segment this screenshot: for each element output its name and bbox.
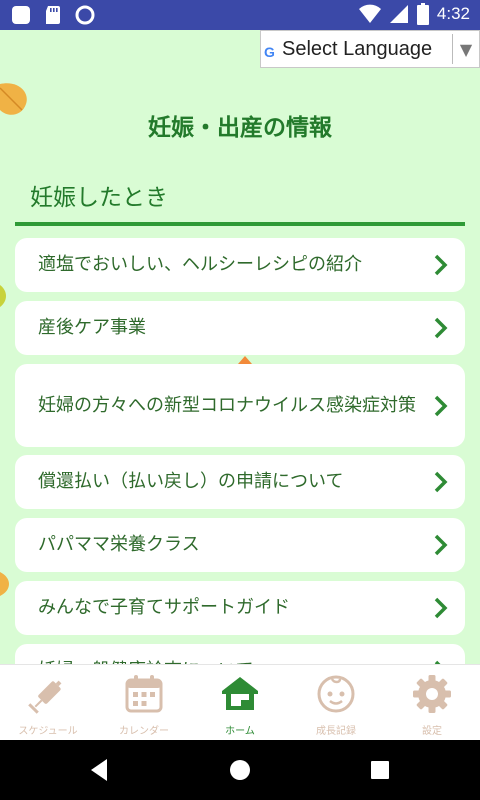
home-circle-icon[interactable] (225, 755, 255, 785)
menu-item-covid-measures[interactable]: 妊婦の方々への新型コロナウイルス感染症対策 (15, 364, 465, 447)
signal-icon (389, 5, 408, 23)
menu-item-label: みんなで子育てサポートガイド (38, 597, 290, 618)
tab-label: 成長記録 (316, 726, 356, 737)
tab-schedule[interactable]: スケジュール (0, 665, 96, 741)
menu-item-label: 妊婦の方々への新型コロナウイルス感染症対策 (38, 394, 416, 416)
notification-app-icon (12, 6, 30, 24)
chevron-right-icon (434, 254, 448, 276)
menu-item-reimbursement[interactable]: 償還払い（払い戻し）の申請について (15, 455, 465, 509)
chevron-right-icon (434, 597, 448, 619)
menu-item-nutrition-class[interactable]: パパママ栄養クラス (15, 518, 465, 572)
leaf-decoration-icon (0, 572, 9, 596)
chevron-right-icon (434, 317, 448, 339)
gear-icon (413, 675, 451, 713)
baby-face-icon (317, 675, 355, 713)
menu-item-label: 産後ケア事業 (38, 317, 146, 338)
section-divider (15, 222, 465, 226)
tab-label: スケジュール (18, 726, 78, 737)
menu-item-label: パパママ栄養クラス (38, 534, 200, 555)
leaf-decoration-icon (0, 285, 6, 307)
tab-home[interactable]: ホーム (192, 665, 288, 741)
menu-item-parenting-guide[interactable]: みんなで子育てサポートガイド (15, 581, 465, 635)
bottom-nav: スケジュール カレンダー ホーム 成長記録 設定 (0, 664, 480, 740)
system-navigation-bar (0, 740, 480, 800)
section-heading: 妊娠したとき (30, 185, 168, 211)
chevron-right-icon (434, 471, 448, 493)
recents-icon[interactable] (365, 755, 395, 785)
google-g-icon: G (264, 44, 275, 60)
back-icon[interactable] (85, 755, 115, 785)
tab-settings[interactable]: 設定 (384, 665, 480, 741)
menu-item-label: 妊婦一般健康診査について (38, 656, 418, 664)
language-select[interactable]: G Select Language ▼ (260, 30, 480, 68)
tab-calendar[interactable]: カレンダー (96, 665, 192, 741)
sync-circle-icon (75, 5, 95, 25)
calendar-icon (125, 675, 163, 713)
dropdown-arrow-icon: ▼ (459, 39, 473, 59)
home-icon (222, 677, 258, 710)
leaf-decoration-icon (238, 356, 252, 364)
tab-label: 設定 (422, 726, 442, 737)
menu-item-postpartum-care[interactable]: 産後ケア事業 (15, 301, 465, 355)
menu-item-label: 償還払い（払い戻し）の申請について (38, 471, 344, 492)
app-content[interactable]: G Select Language ▼ 妊娠・出産の情報 妊娠したとき 適塩でお… (0, 30, 480, 664)
menu-item-label: 適塩でおいしい、ヘルシーレシピの紹介 (38, 254, 362, 275)
language-select-label: Select Language (282, 37, 433, 60)
sd-card-icon (46, 6, 60, 24)
battery-icon (416, 3, 429, 25)
chevron-right-icon (434, 395, 448, 416)
tab-label: ホーム (225, 726, 255, 737)
menu-item-checkup[interactable]: 妊婦一般健康診査について (15, 644, 465, 664)
page-title: 妊娠・出産の情報 (148, 115, 332, 141)
status-time: 4:32 (436, 4, 470, 23)
tab-label: カレンダー (119, 726, 169, 737)
menu-item-healthy-recipes[interactable]: 適塩でおいしい、ヘルシーレシピの紹介 (15, 238, 465, 292)
syringe-icon (28, 680, 62, 714)
status-bar: 4:32 (0, 0, 480, 30)
tab-growth-record[interactable]: 成長記録 (288, 665, 384, 741)
chevron-right-icon (434, 534, 448, 556)
wifi-icon (358, 4, 381, 23)
